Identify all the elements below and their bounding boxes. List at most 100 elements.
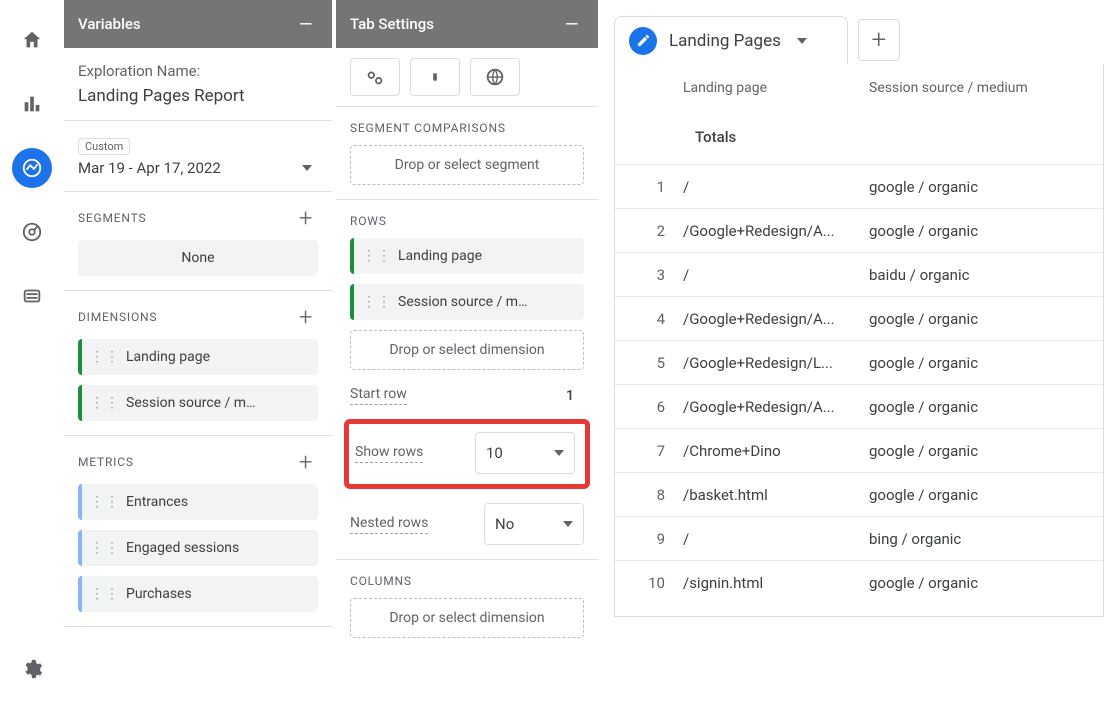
report-tab-active[interactable]: Landing Pages	[614, 16, 848, 64]
row-number: 9	[639, 530, 683, 548]
nav-settings-icon[interactable]	[12, 649, 52, 689]
nav-reports-icon[interactable]	[12, 84, 52, 124]
row-source-medium: google / organic	[869, 178, 1079, 196]
collapse-icon[interactable]: −	[294, 12, 318, 36]
add-metric-icon[interactable]: +	[294, 450, 318, 474]
start-row-value[interactable]: 1	[566, 388, 574, 404]
variables-panel: Variables − Exploration Name: Landing Pa…	[64, 0, 336, 709]
segments-label: SEGMENTS	[78, 211, 146, 225]
row-landing-page: /Google+Redesign/A...	[683, 310, 869, 328]
segment-drop-zone[interactable]: Drop or select segment	[350, 145, 584, 185]
show-rows-highlight: Show rows 10	[344, 419, 590, 489]
totals-label: Totals	[683, 128, 869, 146]
show-rows-label: Show rows	[355, 444, 423, 463]
row-landing-page: /Google+Redesign/A...	[683, 398, 869, 416]
nav-advertising-icon[interactable]	[12, 212, 52, 252]
row-source-medium: google / organic	[869, 398, 1079, 416]
edit-icon	[629, 27, 657, 55]
row-source-medium: google / organic	[869, 442, 1079, 460]
row-landing-page: /	[683, 530, 869, 548]
nested-rows-value: No	[495, 515, 514, 533]
row-landing-page: /	[683, 178, 869, 196]
exploration-name-label: Exploration Name:	[78, 62, 318, 80]
columns-drop-zone[interactable]: Drop or select dimension	[350, 598, 584, 638]
table-row[interactable]: 9/bing / organic	[615, 516, 1103, 560]
table-row[interactable]: 4/Google+Redesign/A...google / organic	[615, 296, 1103, 340]
row-landing-page: /	[683, 266, 869, 284]
segment-comparisons-section: SEGMENT COMPARISONS Drop or select segme…	[336, 107, 598, 200]
chip-label: Purchases	[126, 586, 192, 602]
add-segment-icon[interactable]: +	[294, 206, 318, 230]
table-row[interactable]: 1/google / organic	[615, 164, 1103, 208]
nested-rows-select[interactable]: No	[484, 503, 584, 545]
viz-type-toolbar	[336, 48, 598, 107]
start-row-label: Start row	[350, 386, 407, 405]
variables-header: Variables −	[64, 0, 332, 48]
row-number: 5	[639, 354, 683, 372]
table-row[interactable]: 2/Google+Redesign/A...google / organic	[615, 208, 1103, 252]
exploration-name-section: Exploration Name: Landing Pages Report	[64, 48, 332, 121]
report-area: Landing Pages + Landing page Session sou…	[602, 0, 1116, 709]
show-rows-value: 10	[486, 444, 503, 462]
viz-scatter-icon[interactable]	[350, 58, 400, 96]
row-number: 7	[639, 442, 683, 460]
metric-chip[interactable]: ⋮⋮Entrances	[78, 484, 318, 520]
columns-section: COLUMNS Drop or select dimension	[336, 560, 598, 652]
tab-settings-header: Tab Settings −	[336, 0, 598, 48]
chevron-down-icon	[302, 165, 312, 171]
metric-chip[interactable]: ⋮⋮Engaged sessions	[78, 530, 318, 566]
collapse-icon[interactable]: −	[560, 12, 584, 36]
row-source-medium: google / organic	[869, 574, 1079, 592]
chip-label: Landing page	[398, 248, 482, 264]
table-row[interactable]: 3/baidu / organic	[615, 252, 1103, 296]
exploration-name-value[interactable]: Landing Pages Report	[78, 86, 318, 106]
dimensions-label: DIMENSIONS	[78, 310, 157, 324]
table-row[interactable]: 7/Chrome+Dinogoogle / organic	[615, 428, 1103, 472]
row-landing-page: /Google+Redesign/L...	[683, 354, 869, 372]
chip-label: Session source / m…	[126, 395, 255, 411]
chip-label: Landing page	[126, 349, 210, 365]
date-range-section[interactable]: Custom Mar 19 - Apr 17, 2022	[64, 121, 332, 192]
row-landing-page: /basket.html	[683, 486, 869, 504]
nav-explore-icon[interactable]	[12, 148, 52, 188]
viz-single-icon[interactable]	[410, 58, 460, 96]
table-row[interactable]: 8/basket.htmlgoogle / organic	[615, 472, 1103, 516]
chevron-down-icon	[797, 38, 807, 44]
dimension-chip[interactable]: ⋮⋮Landing page	[78, 339, 318, 375]
metrics-label: METRICS	[78, 455, 134, 469]
show-rows-select[interactable]: 10	[475, 432, 575, 474]
left-nav-rail	[0, 0, 64, 709]
nav-home-icon[interactable]	[12, 20, 52, 60]
viz-geo-icon[interactable]	[470, 58, 520, 96]
dimension-chip[interactable]: ⋮⋮Session source / m…	[78, 385, 318, 421]
add-tab-button[interactable]: +	[858, 19, 900, 61]
add-dimension-icon[interactable]: +	[294, 305, 318, 329]
nested-rows-label: Nested rows	[350, 515, 428, 534]
metric-chip[interactable]: ⋮⋮Purchases	[78, 576, 318, 612]
report-table: Landing page Session source / medium Tot…	[614, 64, 1104, 617]
report-tab-name: Landing Pages	[669, 31, 781, 51]
row-landing-page: /Google+Redesign/A...	[683, 222, 869, 240]
row-landing-page: /signin.html	[683, 574, 869, 592]
rows-drop-zone[interactable]: Drop or select dimension	[350, 330, 584, 370]
segments-section: SEGMENTS + None	[64, 192, 332, 291]
table-header-landing-page[interactable]: Landing page	[683, 80, 869, 96]
row-number: 1	[639, 178, 683, 196]
tab-settings-title: Tab Settings	[350, 15, 434, 33]
table-row[interactable]: 6/Google+Redesign/A...google / organic	[615, 384, 1103, 428]
table-row[interactable]: 10/signin.htmlgoogle / organic	[615, 560, 1103, 604]
nav-library-icon[interactable]	[12, 276, 52, 316]
row-number: 2	[639, 222, 683, 240]
table-row[interactable]: 5/Google+Redesign/L...google / organic	[615, 340, 1103, 384]
row-source-medium: google / organic	[869, 310, 1079, 328]
row-number: 10	[639, 574, 683, 592]
table-header-source-medium[interactable]: Session source / medium	[869, 80, 1079, 96]
row-number: 3	[639, 266, 683, 284]
row-chip[interactable]: ⋮⋮Session source / m…	[350, 284, 584, 320]
chevron-down-icon	[563, 521, 573, 527]
row-chip[interactable]: ⋮⋮Landing page	[350, 238, 584, 274]
rows-section: ROWS ⋮⋮Landing page⋮⋮Session source / m……	[336, 200, 598, 560]
row-landing-page: /Chrome+Dino	[683, 442, 869, 460]
columns-label: COLUMNS	[350, 574, 412, 588]
row-source-medium: google / organic	[869, 222, 1079, 240]
